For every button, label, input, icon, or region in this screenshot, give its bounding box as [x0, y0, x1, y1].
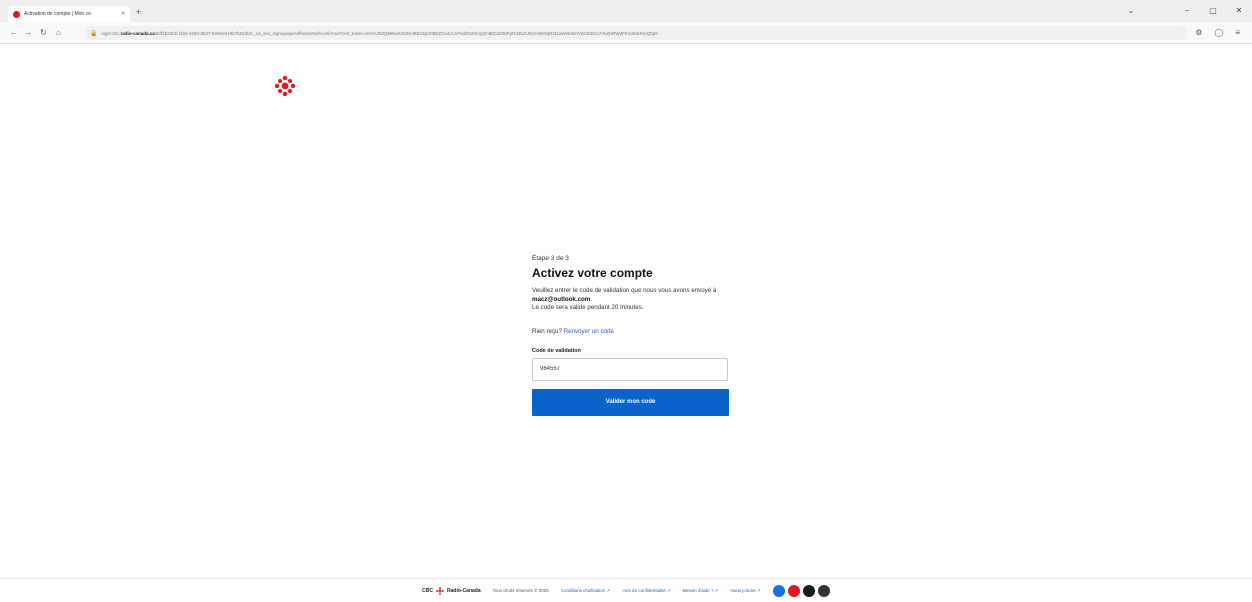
close-window-button[interactable]: ✕: [1234, 6, 1244, 16]
browser-nav-bar: ← → ↻ ⌂ 🔒 login.cbc.radio-canada.ca/te/f…: [0, 22, 1252, 44]
terms-link[interactable]: Conditions d'utilisation ↗: [561, 588, 611, 594]
cbc-gem-icon: [436, 586, 444, 595]
resend-row: Rien reçu? Renvoyer un code: [532, 327, 614, 335]
window-controls: ⌄ – ▢ ✕: [1126, 6, 1244, 16]
activation-form: Étape 3 de 3 Activez votre compte Veuill…: [532, 250, 732, 416]
validate-code-button[interactable]: Valider mon code: [532, 388, 729, 416]
favicon-icon: [13, 10, 20, 18]
tab-list-icon[interactable]: ⌄: [1126, 6, 1136, 16]
instructions: Veuillez entrer le code de validation qu…: [532, 287, 717, 311]
social-icon-1[interactable]: [772, 584, 785, 597]
reload-icon[interactable]: ↻: [40, 28, 47, 38]
tab-close-button[interactable]: ×: [121, 11, 125, 17]
tab-title: Activation de compte | Mon co: [24, 11, 91, 17]
step-indicator: Étape 3 de 3: [532, 255, 569, 262]
validity-note: Le code sera valide pendant 20 minutes.: [532, 304, 644, 311]
url-text: login.cbc.radio-canada.ca/te/f1b32bb-f1b…: [101, 30, 659, 36]
menu-icon[interactable]: ≡: [1235, 28, 1240, 38]
social-icon-3[interactable]: [802, 584, 815, 597]
footer: CBC Radio-Canada Tous droits réservés © …: [0, 578, 1252, 602]
home-icon[interactable]: ⌂: [56, 28, 61, 38]
toolbar-right: ⚙ ◯ ≡: [1195, 28, 1240, 38]
validation-code-input[interactable]: [532, 357, 728, 381]
back-icon[interactable]: ←: [10, 28, 18, 38]
email-address: macz@outlook.com: [532, 295, 591, 303]
browser-tab[interactable]: Activation de compte | Mon co ×: [8, 6, 130, 22]
copyright: Tous droits réservés © 2025: [492, 588, 549, 593]
radio-canada-logo: [274, 75, 296, 97]
extensions-icon[interactable]: ⚙: [1195, 28, 1202, 38]
forward-icon[interactable]: →: [24, 28, 32, 38]
browser-tab-bar: Activation de compte | Mon co × + ⌄ – ▢ …: [0, 0, 1252, 22]
social-icon-4[interactable]: [817, 584, 830, 597]
help-link[interactable]: Besoin d'aide ? ↗: [683, 588, 719, 594]
address-bar[interactable]: 🔒 login.cbc.radio-canada.ca/te/f1b32bb-f…: [86, 26, 1186, 40]
minimize-button[interactable]: –: [1182, 6, 1192, 16]
new-tab-button[interactable]: +: [136, 7, 141, 17]
footer-brand: CBC Radio-Canada: [422, 586, 481, 595]
account-icon[interactable]: ◯: [1214, 28, 1223, 38]
contact-link[interactable]: Nous joindre ↗: [731, 588, 761, 594]
page-title: Activez votre compte: [532, 266, 653, 280]
privacy-link[interactable]: Avis de confidentialité ↗: [622, 588, 670, 594]
social-icon-2[interactable]: [787, 584, 800, 597]
lock-icon: 🔒: [90, 30, 98, 37]
maximize-button[interactable]: ▢: [1208, 6, 1218, 16]
code-field-label: Code de validation: [532, 347, 581, 354]
resend-code-link[interactable]: Renvoyer un code: [564, 328, 614, 335]
social-links: [772, 584, 830, 597]
